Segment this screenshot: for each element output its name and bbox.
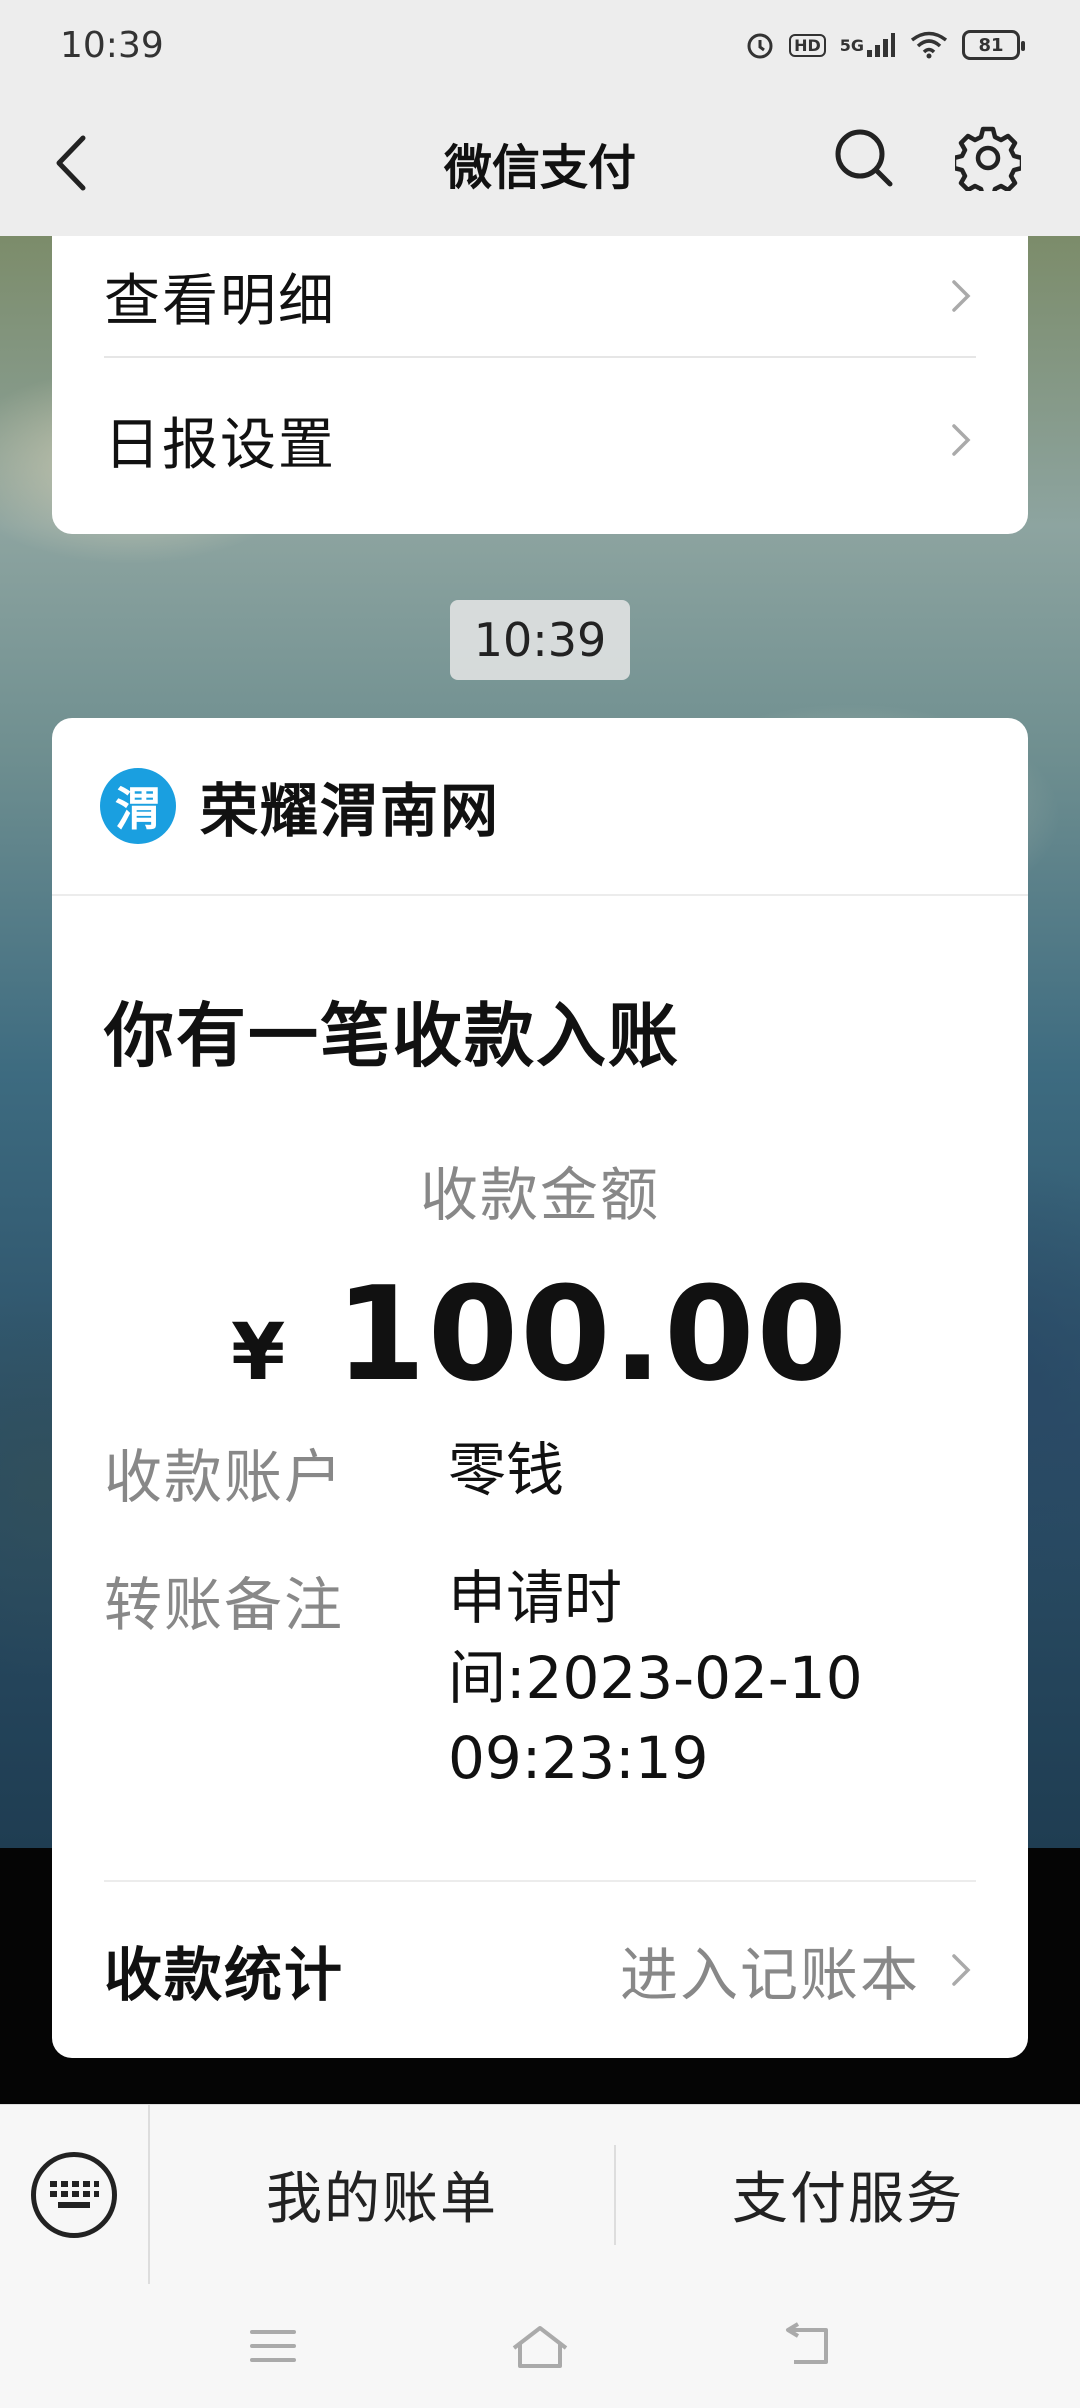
- summary-card: 查看明细 日报设置: [52, 236, 1028, 534]
- keyboard-toggle-button[interactable]: [0, 2104, 150, 2285]
- status-bar: 10:39 HD 5G 81: [0, 0, 1080, 90]
- gear-icon: [955, 126, 1021, 191]
- amount-label: 收款金额: [419, 1161, 660, 1229]
- nav-back-button[interactable]: [762, 2301, 852, 2391]
- chevron-right-icon: [952, 280, 971, 312]
- view-details-label: 查看明细: [104, 268, 336, 334]
- daily-report-settings-row[interactable]: 日报设置: [104, 356, 976, 522]
- open-ledger-link[interactable]: 进入记账本: [620, 1928, 976, 2012]
- wifi-icon: [910, 31, 948, 59]
- remark-label: 转账备注: [104, 1571, 345, 1639]
- account-value: 零钱: [448, 1436, 565, 1504]
- amount-value: 100.00: [335, 1258, 849, 1410]
- open-ledger-text: 进入记账本: [619, 1941, 920, 2009]
- my-bills-button[interactable]: 我的账单: [150, 2145, 614, 2245]
- page-title: 微信支付: [443, 140, 636, 196]
- notification-title: 你有一笔收款入账: [104, 995, 680, 1077]
- nav-home-button[interactable]: [495, 2301, 585, 2391]
- remark-line-2: 间:2023-02-10: [448, 1644, 863, 1712]
- search-button[interactable]: [828, 122, 900, 194]
- merchant-header[interactable]: 渭 荣耀渭南网: [52, 718, 1028, 896]
- merchant-logo: 渭: [100, 768, 176, 844]
- stats-label: 收款统计: [104, 1941, 345, 2009]
- view-details-row[interactable]: 查看明细: [104, 236, 976, 356]
- status-icons: HD 5G 81: [745, 30, 1025, 60]
- back-button[interactable]: [40, 130, 100, 196]
- app-header: 微信支付: [0, 90, 1080, 236]
- remark-row: 转账备注 申请时 间:2023-02-10 09:23:19: [104, 1558, 984, 1798]
- remark-value: 申请时 间:2023-02-10 09:23:19: [448, 1558, 984, 1798]
- home-icon: [512, 2326, 568, 2368]
- network-type: 5G: [839, 35, 864, 55]
- currency-symbol: ¥: [231, 1308, 286, 1398]
- battery-icon: 81: [962, 30, 1025, 60]
- keyboard-icon: [31, 2151, 117, 2238]
- nav-menu-button[interactable]: [228, 2301, 318, 2391]
- daily-report-label: 日报设置: [104, 412, 336, 478]
- account-label: 收款账户: [104, 1443, 345, 1511]
- settings-button[interactable]: [952, 122, 1024, 194]
- back-icon: [785, 2322, 828, 2364]
- search-icon: [835, 129, 893, 187]
- message-timestamp: 10:39: [450, 600, 630, 680]
- bottom-menu-bar: 我的账单 支付服务: [0, 2104, 1080, 2285]
- collection-stats-row[interactable]: 收款统计 进入记账本: [104, 1880, 976, 2058]
- battery-level: 81: [978, 34, 1004, 56]
- remark-line-1: 申请时: [448, 1564, 623, 1632]
- remark-line-3: 09:23:19: [448, 1724, 709, 1792]
- hd-icon: HD: [789, 33, 826, 57]
- alarm-icon: [745, 30, 775, 60]
- status-time: 10:39: [60, 24, 164, 66]
- system-navigation-bar: [0, 2284, 1080, 2408]
- chevron-right-icon: [952, 1954, 971, 1986]
- chevron-left-icon: [56, 135, 86, 191]
- chevron-right-icon: [952, 424, 971, 456]
- payment-received-card[interactable]: 渭 荣耀渭南网 你有一笔收款入账 收款金额 ¥ 100.00 收款账户 零钱 转…: [52, 718, 1028, 2058]
- signal-icon: 5G: [840, 32, 896, 58]
- account-row: 收款账户 零钱: [104, 1430, 984, 1514]
- merchant-name: 荣耀渭南网: [200, 777, 501, 845]
- payment-services-button[interactable]: 支付服务: [614, 2144, 1080, 2245]
- menu-icon: [250, 2330, 297, 2362]
- amount-display: ¥ 100.00: [52, 1258, 1028, 1410]
